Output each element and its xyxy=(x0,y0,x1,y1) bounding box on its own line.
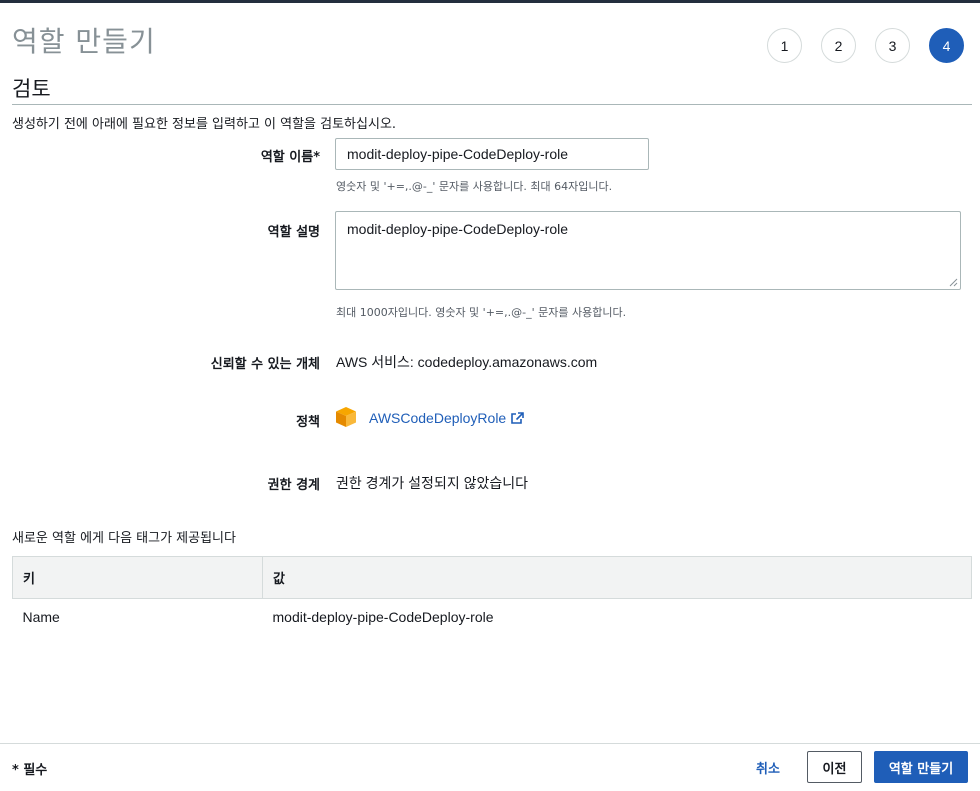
role-name-input[interactable]: modit-deploy-pipe-CodeDeploy-role xyxy=(335,138,649,170)
role-description-textarea[interactable]: modit-deploy-pipe-CodeDeploy-role xyxy=(335,211,961,290)
policy-label: 정책 xyxy=(296,415,320,430)
permissions-boundary-value: 권한 경계가 설정되지 않았습니다 xyxy=(336,475,528,491)
external-link-icon xyxy=(511,411,525,424)
role-description-value: modit-deploy-pipe-CodeDeploy-role xyxy=(347,221,568,237)
role-description-hint: 최대 1000자입니다. 영숫자 및 '+=,.@-_' 문자를 사용합니다. xyxy=(336,306,627,319)
wizard-steps: 1 2 3 4 xyxy=(767,28,964,63)
tag-key-cell: Name xyxy=(22,608,60,625)
role-description-label: 역할 설명 xyxy=(267,225,320,240)
tags-caption: 새로운 역할 에게 다음 태그가 제공됩니다 xyxy=(12,531,236,546)
section-title: 검토 xyxy=(12,77,51,101)
resize-grip-icon[interactable] xyxy=(949,278,958,287)
step-4[interactable]: 4 xyxy=(929,28,964,63)
step-3[interactable]: 3 xyxy=(875,28,910,63)
column-header-key: 키 xyxy=(12,556,263,599)
table-row: Name modit-deploy-pipe-CodeDeploy-role xyxy=(13,599,972,635)
previous-button[interactable]: 이전 xyxy=(807,751,862,783)
trusted-entity-label: 신뢰할 수 있는 개체 xyxy=(210,357,320,372)
role-name-value: modit-deploy-pipe-CodeDeploy-role xyxy=(347,146,568,162)
step-1[interactable]: 1 xyxy=(767,28,802,63)
policy-link[interactable]: AWSCodeDeployRole xyxy=(369,410,525,426)
role-name-label: 역할 이름* xyxy=(260,150,320,165)
role-name-hint: 영숫자 및 '+=,.@-_' 문자를 사용합니다. 최대 64자입니다. xyxy=(336,180,613,193)
permissions-boundary-label: 권한 경계 xyxy=(267,478,320,493)
trusted-entity-value: AWS 서비스: codedeploy.amazonaws.com xyxy=(336,354,598,370)
step-2[interactable]: 2 xyxy=(821,28,856,63)
policy-link-text: AWSCodeDeployRole xyxy=(369,410,507,426)
page-title: 역할 만들기 xyxy=(12,25,156,58)
tag-value-cell: modit-deploy-pipe-CodeDeploy-role xyxy=(272,608,494,625)
top-bar xyxy=(0,0,980,3)
tags-table-header-row: 키 값 xyxy=(12,556,972,599)
create-role-button[interactable]: 역할 만들기 xyxy=(874,751,968,783)
section-divider xyxy=(12,104,972,105)
intro-text: 생성하기 전에 아래에 필요한 정보를 입력하고 이 역할을 검토하십시오. xyxy=(12,117,397,132)
column-header-value: 값 xyxy=(262,556,972,599)
cancel-button[interactable]: 취소 xyxy=(741,752,795,782)
required-note: * 필수 xyxy=(12,763,48,778)
policy-cube-icon xyxy=(336,407,356,427)
tags-table: 키 값 Name modit-deploy-pipe-CodeDeploy-ro… xyxy=(12,556,972,635)
footer-divider xyxy=(0,743,980,744)
